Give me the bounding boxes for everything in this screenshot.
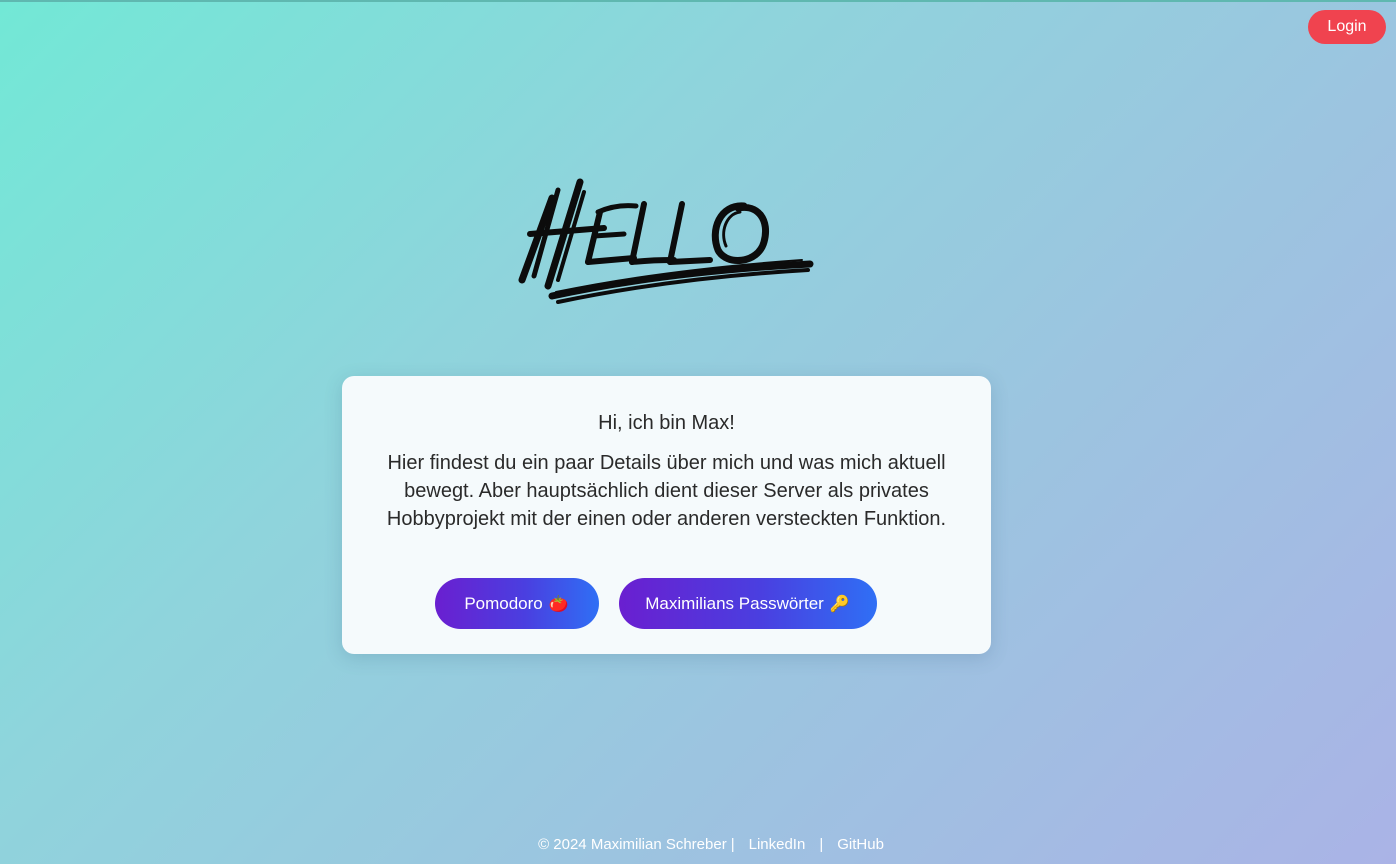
footer-link-linkedin[interactable]: LinkedIn <box>749 836 806 853</box>
pomodoro-button-label: Pomodoro <box>464 593 543 613</box>
footer: © 2024 Maximilian Schreber | LinkedIn | … <box>0 836 1396 853</box>
passwords-button-label: Maximilians Passwörter <box>645 593 824 613</box>
pomodoro-button[interactable]: Pomodoro 🍅 <box>434 578 599 629</box>
greeting-heading: Hi, ich bin Max! <box>598 412 735 434</box>
passwords-button[interactable]: Maximilians Passwörter 🔑 <box>618 578 877 629</box>
hello-logo <box>512 168 814 316</box>
intro-card: Hi, ich bin Max! Hier findest du ein paa… <box>342 376 991 654</box>
card-button-row: Pomodoro 🍅 Maximilians Passwörter 🔑 <box>342 578 991 629</box>
key-icon: 🔑 <box>829 595 850 613</box>
footer-link-github[interactable]: GitHub <box>837 836 884 853</box>
tomato-icon: 🍅 <box>548 595 569 613</box>
login-button[interactable]: Login <box>1308 10 1386 44</box>
hello-logo-drawing <box>518 178 814 304</box>
intro-text: Hier findest du ein paar Details über mi… <box>386 452 947 530</box>
footer-separator: | <box>730 836 735 853</box>
top-border <box>0 0 1396 2</box>
footer-separator: | <box>819 836 824 853</box>
footer-copyright: © 2024 Maximilian Schreber <box>538 836 727 853</box>
